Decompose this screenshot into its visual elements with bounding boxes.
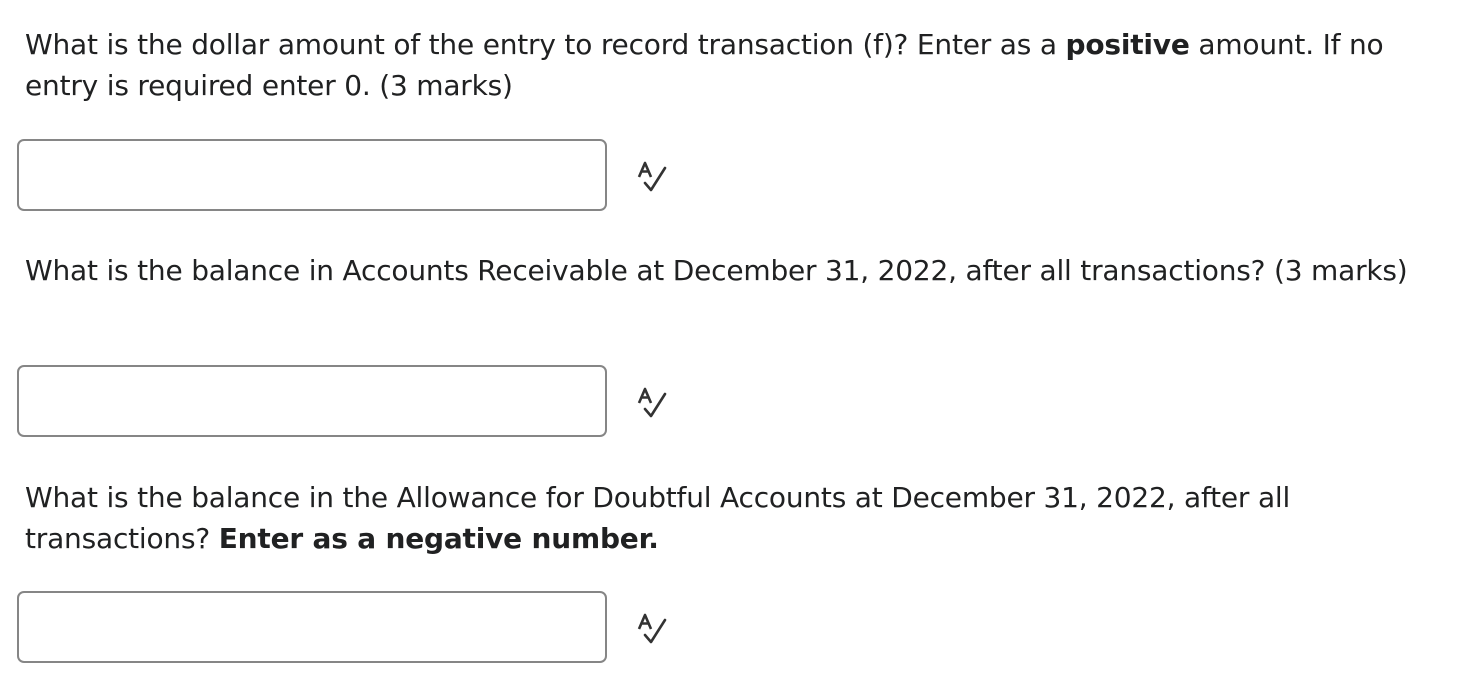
spellcheck-icon[interactable]: [635, 159, 671, 195]
question-1-prompt: What is the dollar amount of the entry t…: [25, 24, 1455, 106]
question-2-text: What is the balance in Accounts Receivab…: [25, 254, 1408, 287]
spellcheck-icon[interactable]: [635, 385, 671, 421]
question-1: What is the dollar amount of the entry t…: [25, 24, 1455, 106]
question-2-prompt: What is the balance in Accounts Receivab…: [25, 250, 1455, 291]
question-3-answer-input[interactable]: [17, 591, 607, 663]
question-2-answer-input[interactable]: [17, 365, 607, 437]
question-3-prompt: What is the balance in the Allowance for…: [25, 477, 1455, 559]
question-3-bold-text: Enter as a negative number.: [218, 522, 659, 555]
question-2: What is the balance in Accounts Receivab…: [25, 250, 1455, 291]
question-2-answer-row: [17, 365, 697, 441]
question-1-text: What is the dollar amount of the entry t…: [25, 28, 1066, 61]
question-1-answer-row: [17, 139, 697, 215]
question-1-answer-input[interactable]: [17, 139, 607, 211]
spellcheck-icon[interactable]: [635, 611, 671, 647]
question-3: What is the balance in the Allowance for…: [25, 477, 1455, 559]
question-1-bold-text: positive: [1065, 28, 1190, 61]
question-3-answer-row: [17, 591, 697, 667]
